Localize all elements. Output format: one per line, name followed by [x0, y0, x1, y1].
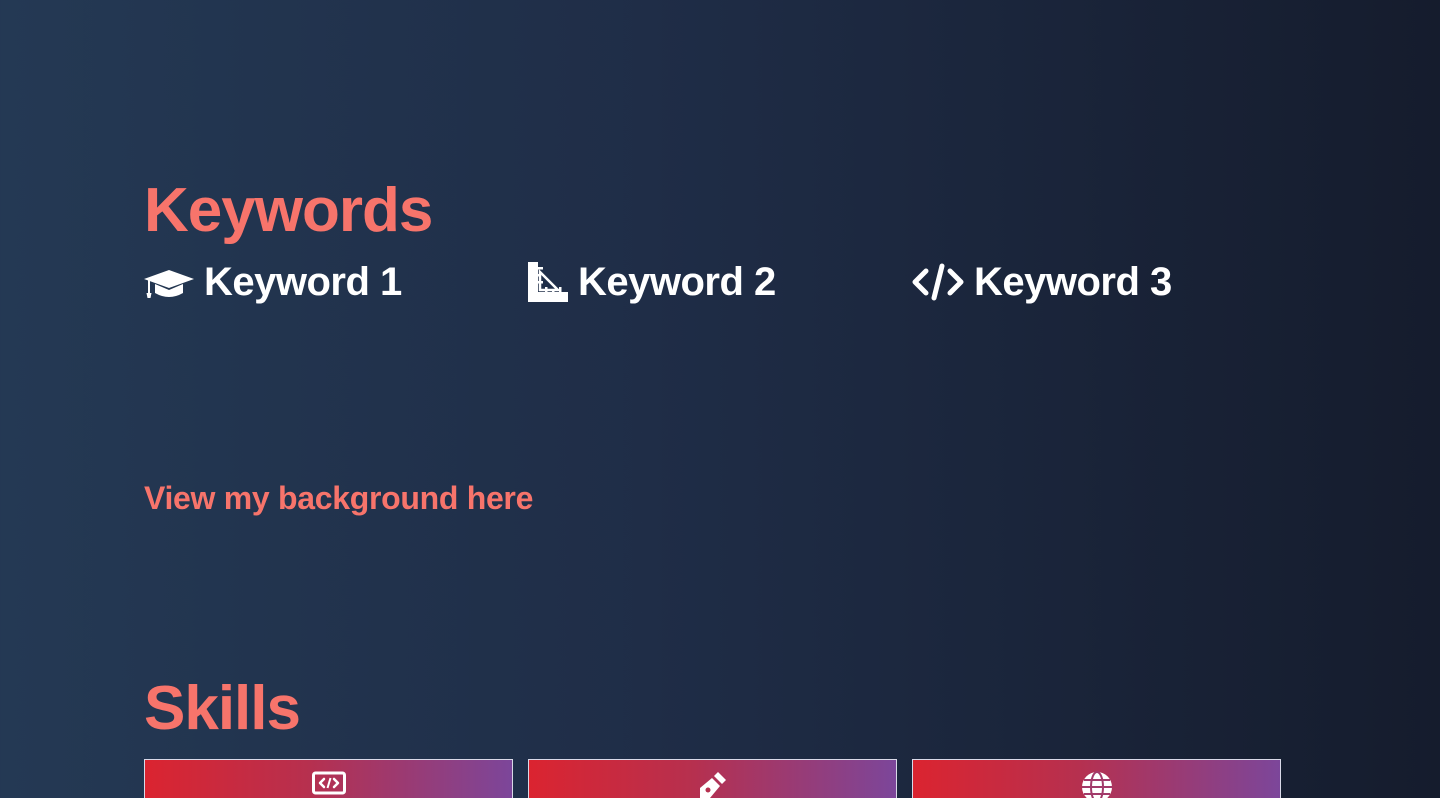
view-background-link[interactable]: View my background here	[144, 479, 533, 517]
skills-grid	[144, 759, 1281, 798]
keyword-label: Keyword 1	[204, 260, 402, 304]
code-icon	[912, 263, 964, 301]
keyword-item-3: Keyword 3	[912, 258, 1172, 306]
keyword-item-2: Keyword 2	[528, 258, 776, 306]
graduation-cap-icon	[144, 264, 194, 300]
skill-card-1[interactable]	[144, 759, 513, 798]
keywords-list: Keyword 1 Keyword 2 Keyword 3	[144, 258, 1280, 306]
keyword-label: Keyword 3	[974, 260, 1172, 304]
pen-nib-icon	[696, 770, 730, 798]
keyword-item-1: Keyword 1	[144, 258, 402, 306]
code-window-icon	[311, 770, 346, 798]
skill-card-3[interactable]	[912, 759, 1281, 798]
skills-heading: Skills	[144, 674, 301, 743]
globe-icon	[1080, 770, 1114, 798]
keywords-heading: Keywords	[144, 176, 433, 245]
skill-card-2[interactable]	[528, 759, 897, 798]
ruler-icon	[528, 262, 568, 302]
keyword-label: Keyword 2	[578, 260, 776, 304]
